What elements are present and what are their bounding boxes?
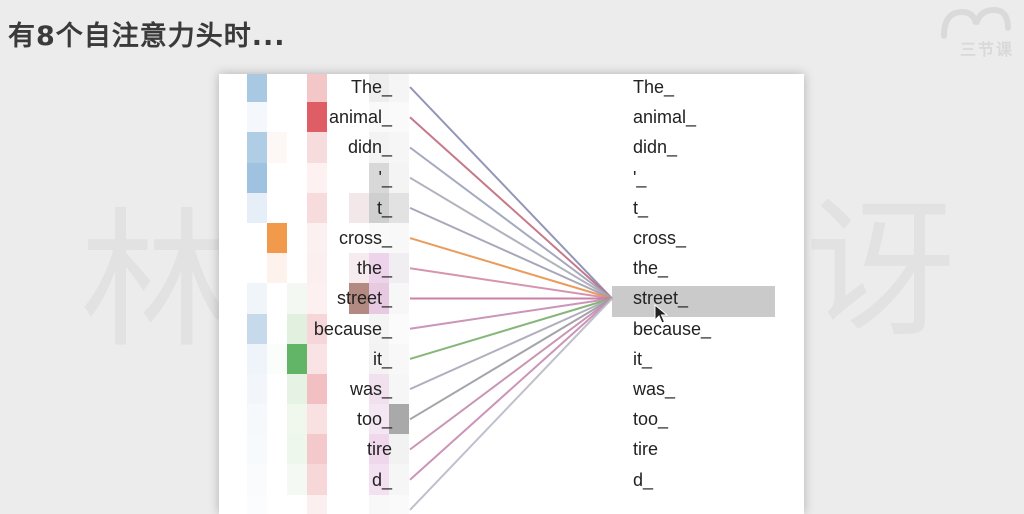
target-token[interactable]: didn_ xyxy=(633,132,677,162)
source-token[interactable]: was_ xyxy=(350,374,392,404)
attention-line xyxy=(409,297,613,391)
source-token[interactable]: t_ xyxy=(377,193,392,223)
attention-line xyxy=(409,297,613,451)
source-token[interactable]: The_ xyxy=(351,74,392,102)
source-token[interactable]: cross_ xyxy=(339,223,392,253)
attention-line xyxy=(409,297,613,360)
target-token[interactable]: The_ xyxy=(633,74,674,102)
attention-line xyxy=(409,297,613,330)
source-token[interactable]: animal_ xyxy=(329,102,392,132)
attention-line xyxy=(409,146,613,300)
source-token[interactable]: didn_ xyxy=(348,132,392,162)
target-token[interactable]: cross_ xyxy=(633,223,686,253)
source-token[interactable]: the_ xyxy=(357,253,392,283)
source-token[interactable]: '_ xyxy=(379,163,392,193)
target-token[interactable]: t_ xyxy=(633,193,648,223)
attention-line xyxy=(409,86,613,300)
target-token[interactable]: animal_ xyxy=(633,102,696,132)
target-token[interactable]: was_ xyxy=(633,374,675,404)
source-token[interactable]: because_ xyxy=(314,314,392,344)
attention-visualization-panel: The_ animal_ didn_ '_ t_ cross_ the_ street_ bec… xyxy=(219,74,804,514)
target-token[interactable]: it_ xyxy=(633,344,652,374)
attention-line xyxy=(409,237,613,300)
source-token[interactable]: _ xyxy=(382,495,392,514)
logo-text: 三节课 xyxy=(959,40,1014,59)
mouse-cursor-icon xyxy=(654,304,668,324)
slide-title: 有8个自注意力头时... xyxy=(8,21,286,52)
attention-line xyxy=(409,297,613,481)
attention-line xyxy=(409,206,613,300)
bottom-watermark: 三节课 xyxy=(450,484,522,512)
target-token[interactable]: _ xyxy=(633,495,643,514)
attention-line xyxy=(409,116,613,300)
source-token[interactable]: it_ xyxy=(373,344,392,374)
target-token[interactable]: tire xyxy=(633,434,658,464)
target-token[interactable]: too_ xyxy=(633,404,668,434)
attention-line xyxy=(409,267,613,300)
attention-line xyxy=(409,176,613,300)
source-token[interactable]: d_ xyxy=(372,465,392,495)
target-token[interactable]: the_ xyxy=(633,253,668,283)
target-token[interactable]: because_ xyxy=(633,314,711,344)
source-token[interactable]: tire xyxy=(367,434,392,464)
target-token[interactable]: d_ xyxy=(633,465,653,495)
target-token[interactable]: '_ xyxy=(633,163,646,193)
attention-lines xyxy=(409,86,613,511)
source-token[interactable]: too_ xyxy=(357,404,392,434)
watermark-right: 讶 xyxy=(805,185,956,359)
attention-line xyxy=(409,297,613,421)
watermark-left: 林 xyxy=(80,195,231,369)
source-token[interactable]: street_ xyxy=(337,283,392,313)
